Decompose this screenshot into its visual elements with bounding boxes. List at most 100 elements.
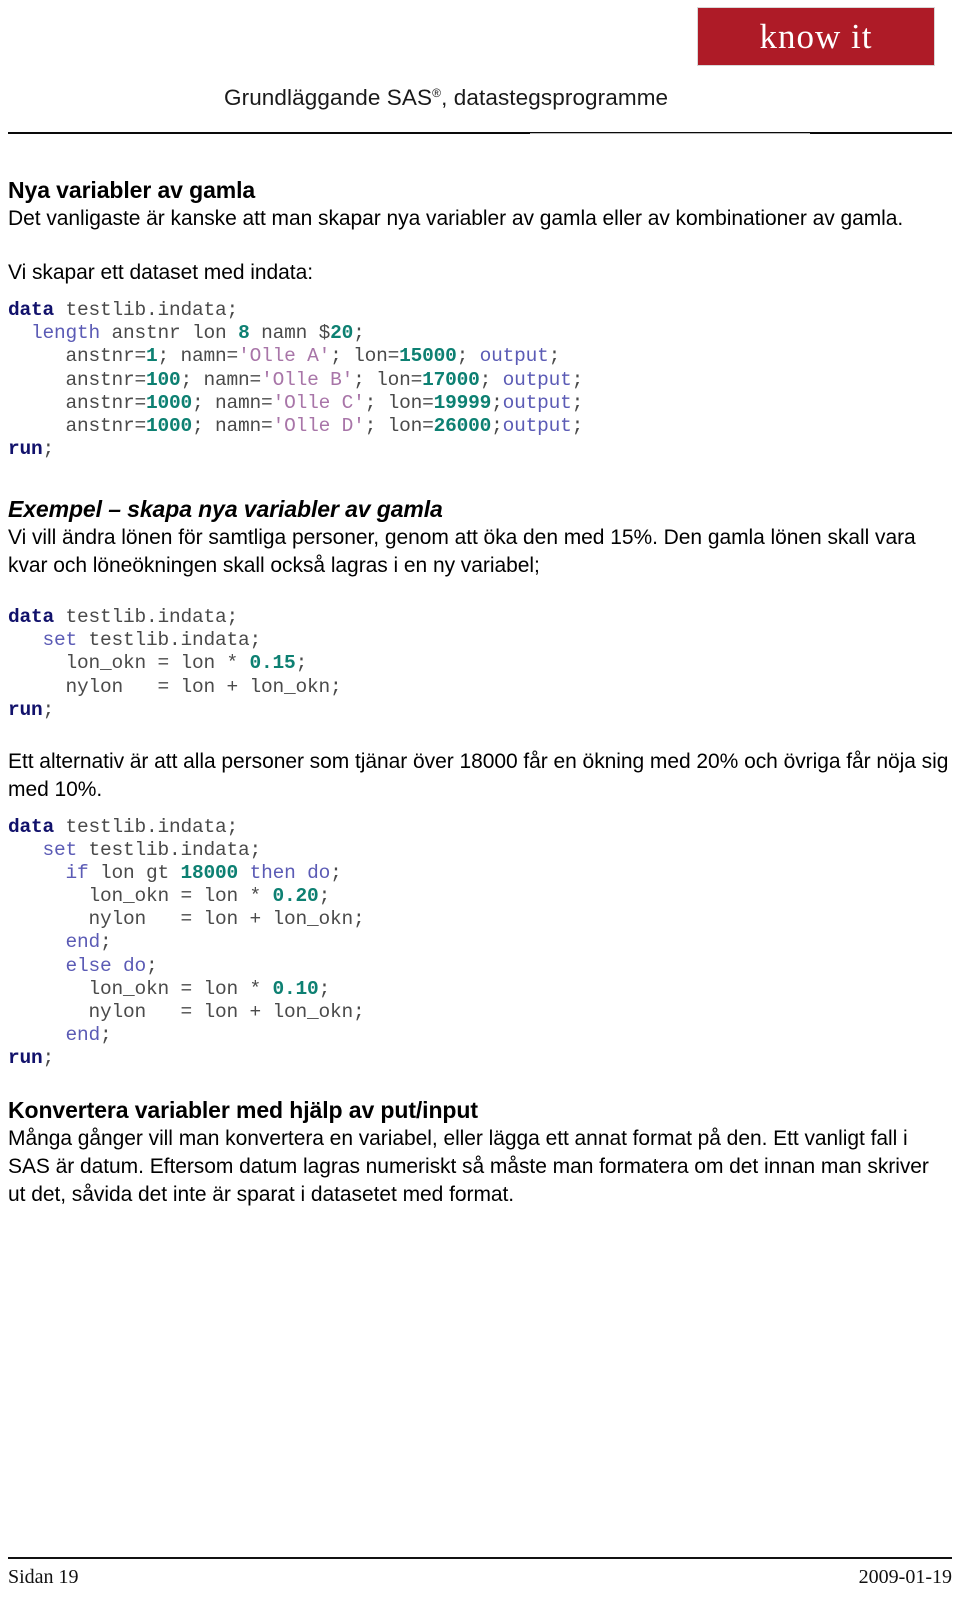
code-token: lon gt xyxy=(88,862,181,885)
sas-string: 'Olle C' xyxy=(272,391,365,414)
sas-keyword-set: set xyxy=(42,629,78,652)
code-token: ; xyxy=(318,977,331,1000)
paragraph-alternativ: Ett alternativ är att alla personer som … xyxy=(8,749,949,801)
section-heading-nya-variabler: Nya variabler av gamla xyxy=(8,177,256,203)
code-token: ; xyxy=(571,391,584,414)
code-token: testlib.indata; xyxy=(77,839,262,862)
code-block-conditional-raise: data testlib.indata; set testlib.indata;… xyxy=(8,816,952,1070)
code-token: ; xyxy=(42,698,55,721)
sas-keyword-set: set xyxy=(42,839,78,862)
code-token: ; namn= xyxy=(192,391,273,414)
paragraph-vanligaste: Det vanligaste är kanske att man skapar … xyxy=(8,207,904,231)
code-token: ; xyxy=(571,368,584,391)
sas-number: 15000 xyxy=(399,345,457,368)
code-token: ; xyxy=(491,391,503,414)
paragraph-andra-lonen: Vi vill ändra lönen för samtliga persone… xyxy=(8,526,916,578)
sas-number: 8 xyxy=(238,322,250,345)
sas-keyword-if: if xyxy=(65,862,89,885)
sas-keyword-data: data xyxy=(8,606,55,629)
code-token: ; xyxy=(571,414,584,437)
code-token: nylon = lon + lon_okn; xyxy=(8,1000,365,1023)
code-token: lon_okn = lon * xyxy=(8,977,273,1000)
code-token: ; lon= xyxy=(330,345,400,368)
paragraph-vi-skapar: Vi skapar ett dataset med indata: xyxy=(8,261,313,285)
code-token: ; lon= xyxy=(353,368,423,391)
sas-number: 18000 xyxy=(180,862,239,885)
code-token: ; lon= xyxy=(364,391,434,414)
code-token: anstnr= xyxy=(8,414,147,437)
footer-page-number: Sidan 19 xyxy=(8,1566,79,1588)
sas-keyword-run: run xyxy=(8,698,43,721)
code-token: ; xyxy=(548,345,561,368)
header-title: Grundläggande SAS®, datastegsprogramme xyxy=(224,85,668,111)
code-token: ; xyxy=(100,931,112,954)
sas-number: 26000 xyxy=(433,414,492,437)
code-token: nylon = lon + lon_okn; xyxy=(8,908,365,931)
section-heading-konvertera: Konvertera variabler med hjälp av put/in… xyxy=(8,1097,478,1123)
logo-text: know it xyxy=(759,17,873,56)
code-token: testlib.indata; xyxy=(54,815,239,838)
sas-string: 'Olle B' xyxy=(261,368,354,391)
code-block-create-indata: data testlib.indata; length anstnr lon 8… xyxy=(8,299,952,461)
code-token: ; xyxy=(42,1046,55,1069)
code-token: ; xyxy=(353,322,365,345)
sas-number: 1000 xyxy=(146,391,193,414)
code-token: ; namn= xyxy=(192,414,273,437)
sas-keyword-length: length xyxy=(31,322,101,345)
paragraph-konvertera: Många gånger vill man konvertera en vari… xyxy=(8,1127,929,1207)
code-token: ; xyxy=(42,437,55,460)
code-token: testlib.indata; xyxy=(54,606,239,629)
code-token: testlib.indata; xyxy=(77,629,262,652)
sas-keyword-run: run xyxy=(8,1046,43,1069)
sas-keyword-output: output xyxy=(479,345,549,368)
code-token: ; namn= xyxy=(157,345,239,368)
sas-keyword-output: output xyxy=(502,391,572,414)
knowit-logo: know it xyxy=(697,7,935,66)
code-token: testlib.indata; xyxy=(54,299,239,322)
header-title-main: Grundläggande SAS xyxy=(224,85,433,110)
sas-keyword-else-do: else do xyxy=(65,954,147,977)
code-token: ; lon= xyxy=(364,414,434,437)
sas-keyword-end: end xyxy=(65,931,101,954)
code-token: lon_okn = lon * xyxy=(8,652,250,675)
code-block-flat-raise: data testlib.indata; set testlib.indata;… xyxy=(8,606,952,721)
sas-keyword-data: data xyxy=(8,299,55,322)
sas-number: 17000 xyxy=(422,368,480,391)
sas-number: 20 xyxy=(330,322,354,345)
code-token: anstnr= xyxy=(8,391,147,414)
page-footer: Sidan 19 2009-01-19 xyxy=(8,1566,952,1589)
code-token: ; xyxy=(295,652,308,675)
footer-divider xyxy=(8,1557,952,1559)
code-token: ; xyxy=(491,414,503,437)
header-title-rest: , datastegsprogramme xyxy=(441,85,669,110)
document-page: know it Grundläggande SAS®, datastegspro… xyxy=(0,0,960,1604)
footer-date: 2009-01-19 xyxy=(858,1566,952,1588)
code-token: anstnr lon xyxy=(100,322,239,345)
sas-number: 100 xyxy=(146,368,181,391)
code-token: nylon = lon + lon_okn; xyxy=(8,675,342,698)
code-token: anstnr= xyxy=(8,368,147,391)
code-token: namn $ xyxy=(249,322,331,345)
code-token: ; namn= xyxy=(180,368,262,391)
document-content: Nya variabler av gamla Det vanligaste är… xyxy=(8,176,952,1209)
section-heading-exempel: Exempel – skapa nya variabler av gamla xyxy=(8,495,443,522)
sas-number: 19999 xyxy=(433,391,492,414)
header-divider xyxy=(8,132,952,134)
sas-number: 0.10 xyxy=(272,977,319,1000)
sas-keyword-output: output xyxy=(502,414,572,437)
sas-keyword-then-do: then do xyxy=(249,862,331,885)
code-token: lon_okn = lon * xyxy=(8,885,273,908)
sas-string: 'Olle D' xyxy=(272,414,365,437)
